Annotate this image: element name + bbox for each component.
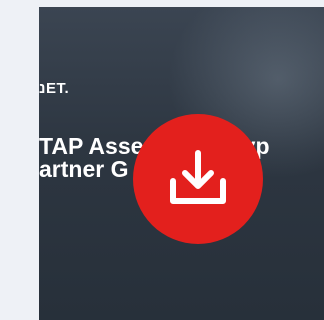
download-button[interactable] <box>133 114 263 244</box>
left-gutter <box>0 0 39 320</box>
download-icon <box>170 150 226 204</box>
brand-logo-text: נET. <box>39 80 70 97</box>
